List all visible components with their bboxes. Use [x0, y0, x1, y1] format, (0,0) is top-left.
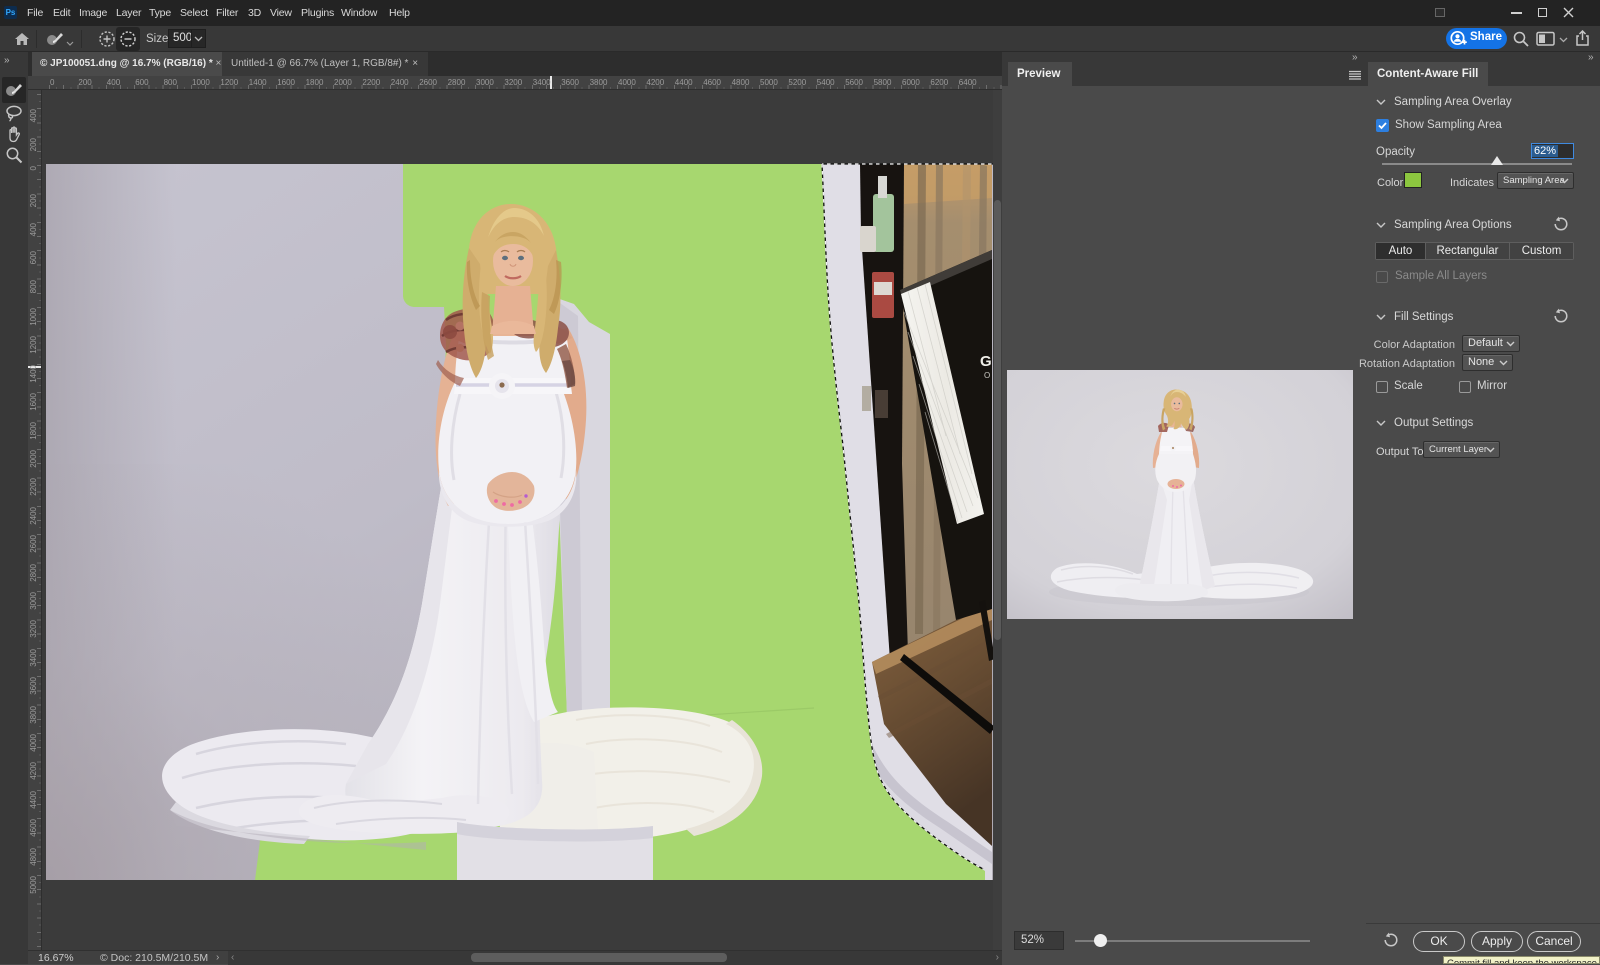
svg-text:O: O [984, 371, 990, 380]
svg-text:G: G [980, 353, 992, 370]
